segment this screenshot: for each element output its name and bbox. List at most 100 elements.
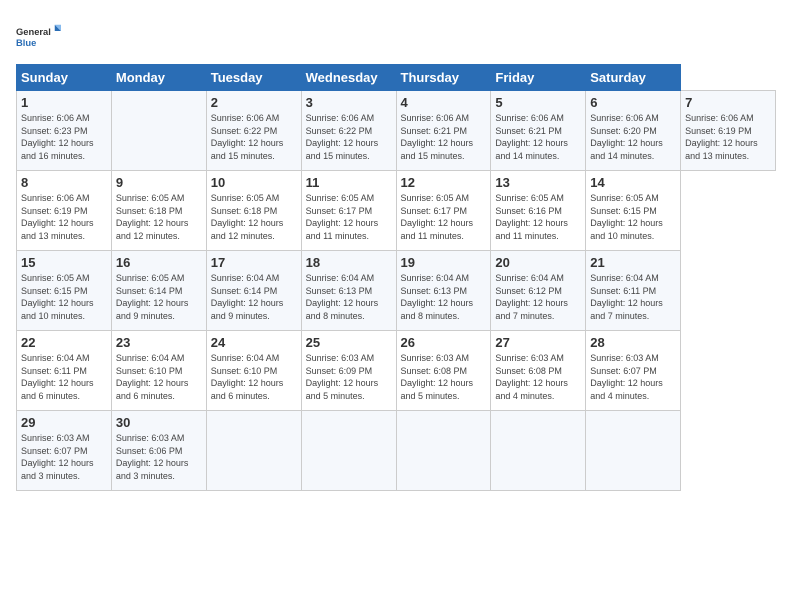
day-number: 3 — [306, 95, 392, 110]
header-monday: Monday — [111, 65, 206, 91]
day-info: Sunrise: 6:05 AM Sunset: 6:18 PM Dayligh… — [116, 193, 189, 241]
day-info: Sunrise: 6:05 AM Sunset: 6:16 PM Dayligh… — [495, 193, 568, 241]
day-number: 15 — [21, 255, 107, 270]
day-number: 16 — [116, 255, 202, 270]
table-row: 15 Sunrise: 6:05 AM Sunset: 6:15 PM Dayli… — [17, 251, 112, 331]
day-number: 10 — [211, 175, 297, 190]
table-row: 3 Sunrise: 6:06 AM Sunset: 6:22 PM Daylig… — [301, 91, 396, 171]
day-number: 12 — [401, 175, 487, 190]
day-info: Sunrise: 6:04 AM Sunset: 6:10 PM Dayligh… — [211, 353, 284, 401]
day-number: 29 — [21, 415, 107, 430]
day-info: Sunrise: 6:05 AM Sunset: 6:17 PM Dayligh… — [401, 193, 474, 241]
day-number: 30 — [116, 415, 202, 430]
day-number: 9 — [116, 175, 202, 190]
table-row: 6 Sunrise: 6:06 AM Sunset: 6:20 PM Daylig… — [586, 91, 681, 171]
header-sunday: Sunday — [17, 65, 112, 91]
day-info: Sunrise: 6:06 AM Sunset: 6:23 PM Dayligh… — [21, 113, 94, 161]
table-row: 5Sunrise: 6:06 AM Sunset: 6:21 PM Daylig… — [491, 91, 586, 171]
table-row: 4Sunrise: 6:06 AM Sunset: 6:21 PM Daylig… — [396, 91, 491, 171]
table-row — [206, 411, 301, 491]
day-info: Sunrise: 6:03 AM Sunset: 6:07 PM Dayligh… — [590, 353, 663, 401]
day-number: 5 — [495, 95, 581, 110]
day-number: 7 — [685, 95, 771, 110]
table-row: 7 Sunrise: 6:06 AM Sunset: 6:19 PM Daylig… — [681, 91, 776, 171]
day-info: Sunrise: 6:03 AM Sunset: 6:09 PM Dayligh… — [306, 353, 379, 401]
day-info: Sunrise: 6:04 AM Sunset: 6:14 PM Dayligh… — [211, 273, 284, 321]
day-info: Sunrise: 6:06 AM Sunset: 6:22 PM Dayligh… — [211, 113, 284, 161]
day-number: 28 — [590, 335, 676, 350]
table-row: 18 Sunrise: 6:04 AM Sunset: 6:13 PM Dayli… — [301, 251, 396, 331]
day-info: Sunrise: 6:04 AM Sunset: 6:10 PM Dayligh… — [116, 353, 189, 401]
page-header: General Blue — [16, 16, 776, 56]
day-number: 1 — [21, 95, 107, 110]
day-info: Sunrise: 6:03 AM Sunset: 6:08 PM Dayligh… — [401, 353, 474, 401]
header-thursday: Thursday — [396, 65, 491, 91]
day-info: Sunrise: 6:05 AM Sunset: 6:18 PM Dayligh… — [211, 193, 284, 241]
table-row: 10 Sunrise: 6:05 AM Sunset: 6:18 PM Dayli… — [206, 171, 301, 251]
calendar-table: SundayMondayTuesdayWednesdayThursdayFrid… — [16, 64, 776, 491]
day-number: 26 — [401, 335, 487, 350]
day-info: Sunrise: 6:04 AM Sunset: 6:12 PM Dayligh… — [495, 273, 568, 321]
table-row: 25 Sunrise: 6:03 AM Sunset: 6:09 PM Dayli… — [301, 331, 396, 411]
day-number: 13 — [495, 175, 581, 190]
table-row: 14 Sunrise: 6:05 AM Sunset: 6:15 PM Dayli… — [586, 171, 681, 251]
day-info: Sunrise: 6:06 AM Sunset: 6:19 PM Dayligh… — [685, 113, 758, 161]
table-row: 24Sunrise: 6:04 AM Sunset: 6:10 PM Dayli… — [206, 331, 301, 411]
table-row: 28 Sunrise: 6:03 AM Sunset: 6:07 PM Dayli… — [586, 331, 681, 411]
table-row: 23 Sunrise: 6:04 AM Sunset: 6:10 PM Dayli… — [111, 331, 206, 411]
header-wednesday: Wednesday — [301, 65, 396, 91]
day-number: 8 — [21, 175, 107, 190]
day-number: 17 — [211, 255, 297, 270]
table-row: 11 Sunrise: 6:05 AM Sunset: 6:17 PM Dayli… — [301, 171, 396, 251]
table-row: 17 Sunrise: 6:04 AM Sunset: 6:14 PM Dayli… — [206, 251, 301, 331]
day-number: 22 — [21, 335, 107, 350]
day-info: Sunrise: 6:05 AM Sunset: 6:15 PM Dayligh… — [590, 193, 663, 241]
day-info: Sunrise: 6:03 AM Sunset: 6:08 PM Dayligh… — [495, 353, 568, 401]
table-row: 1 Sunrise: 6:06 AM Sunset: 6:23 PM Daylig… — [17, 91, 112, 171]
day-number: 21 — [590, 255, 676, 270]
header-friday: Friday — [491, 65, 586, 91]
table-row — [491, 411, 586, 491]
day-info: Sunrise: 6:05 AM Sunset: 6:17 PM Dayligh… — [306, 193, 379, 241]
day-number: 14 — [590, 175, 676, 190]
header-tuesday: Tuesday — [206, 65, 301, 91]
table-row: 16 Sunrise: 6:05 AM Sunset: 6:14 PM Dayli… — [111, 251, 206, 331]
header-saturday: Saturday — [586, 65, 681, 91]
calendar-week-5: 29Sunrise: 6:03 AM Sunset: 6:07 PM Dayli… — [17, 411, 776, 491]
table-row: 8 Sunrise: 6:06 AM Sunset: 6:19 PM Daylig… — [17, 171, 112, 251]
calendar-header-row: SundayMondayTuesdayWednesdayThursdayFrid… — [17, 65, 776, 91]
day-info: Sunrise: 6:06 AM Sunset: 6:21 PM Dayligh… — [401, 113, 474, 161]
day-number: 20 — [495, 255, 581, 270]
table-row: 19Sunrise: 6:04 AM Sunset: 6:13 PM Dayli… — [396, 251, 491, 331]
day-info: Sunrise: 6:04 AM Sunset: 6:11 PM Dayligh… — [21, 353, 94, 401]
day-info: Sunrise: 6:03 AM Sunset: 6:06 PM Dayligh… — [116, 433, 189, 481]
day-number: 19 — [401, 255, 487, 270]
day-number: 11 — [306, 175, 392, 190]
table-row: 22 Sunrise: 6:04 AM Sunset: 6:11 PM Dayli… — [17, 331, 112, 411]
day-info: Sunrise: 6:05 AM Sunset: 6:14 PM Dayligh… — [116, 273, 189, 321]
svg-text:Blue: Blue — [16, 38, 36, 48]
table-row — [396, 411, 491, 491]
day-number: 27 — [495, 335, 581, 350]
day-info: Sunrise: 6:06 AM Sunset: 6:20 PM Dayligh… — [590, 113, 663, 161]
day-info: Sunrise: 6:04 AM Sunset: 6:11 PM Dayligh… — [590, 273, 663, 321]
table-row: 30 Sunrise: 6:03 AM Sunset: 6:06 PM Dayli… — [111, 411, 206, 491]
table-row — [111, 91, 206, 171]
day-number: 6 — [590, 95, 676, 110]
table-row: 20 Sunrise: 6:04 AM Sunset: 6:12 PM Dayli… — [491, 251, 586, 331]
day-info: Sunrise: 6:04 AM Sunset: 6:13 PM Dayligh… — [306, 273, 379, 321]
table-row: 27 Sunrise: 6:03 AM Sunset: 6:08 PM Dayli… — [491, 331, 586, 411]
calendar-week-2: 8 Sunrise: 6:06 AM Sunset: 6:19 PM Daylig… — [17, 171, 776, 251]
table-row — [301, 411, 396, 491]
table-row: 26 Sunrise: 6:03 AM Sunset: 6:08 PM Dayli… — [396, 331, 491, 411]
calendar-week-1: 1 Sunrise: 6:06 AM Sunset: 6:23 PM Daylig… — [17, 91, 776, 171]
table-row: 9 Sunrise: 6:05 AM Sunset: 6:18 PM Daylig… — [111, 171, 206, 251]
day-number: 25 — [306, 335, 392, 350]
day-info: Sunrise: 6:06 AM Sunset: 6:22 PM Dayligh… — [306, 113, 379, 161]
day-info: Sunrise: 6:06 AM Sunset: 6:19 PM Dayligh… — [21, 193, 94, 241]
day-number: 23 — [116, 335, 202, 350]
day-number: 18 — [306, 255, 392, 270]
table-row: 2Sunrise: 6:06 AM Sunset: 6:22 PM Daylig… — [206, 91, 301, 171]
calendar-week-4: 22 Sunrise: 6:04 AM Sunset: 6:11 PM Dayli… — [17, 331, 776, 411]
day-info: Sunrise: 6:05 AM Sunset: 6:15 PM Dayligh… — [21, 273, 94, 321]
